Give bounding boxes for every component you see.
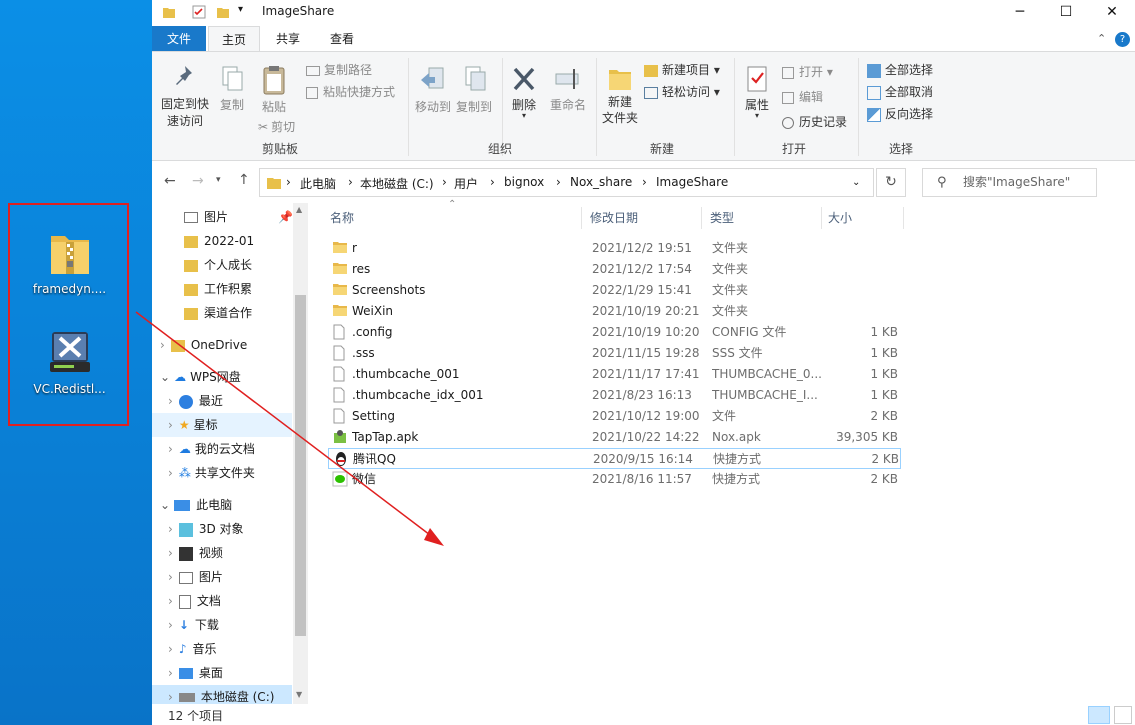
- annotation-arrow: [135, 311, 444, 546]
